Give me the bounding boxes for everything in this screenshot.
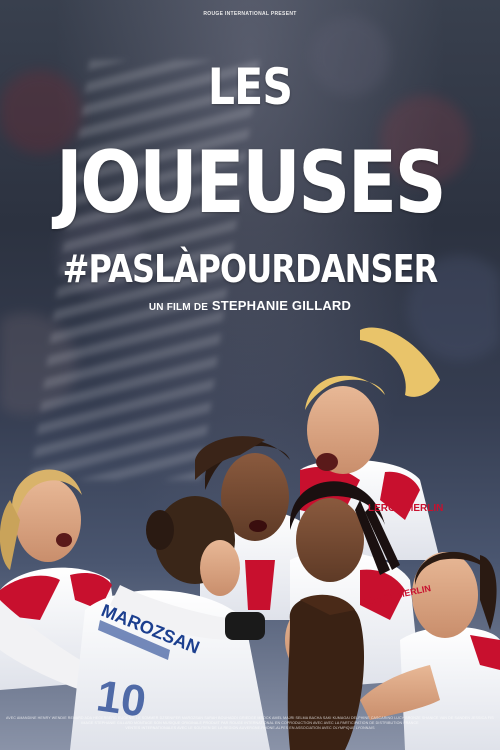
jersey-text-layer: LEROY MERLIN LEROY MERLIN MAROZSAN 10: [94, 503, 444, 727]
poster-credits-block: AVEC AMANDINE HENRY WENDIE RENARD ADA HE…: [6, 716, 494, 746]
credits-line: VENTES INTERNATIONALES AVEC LE SOUTIEN D…: [125, 726, 375, 730]
jersey-back-name: MAROZSAN: [99, 600, 203, 658]
movie-poster: ROUGE INTERNATIONAL PRESENT LES JOUEUSES…: [0, 0, 500, 750]
sponsor-label-2: LEROY MERLIN: [363, 583, 431, 607]
sponsor-label-1: LEROY MERLIN: [368, 503, 443, 514]
